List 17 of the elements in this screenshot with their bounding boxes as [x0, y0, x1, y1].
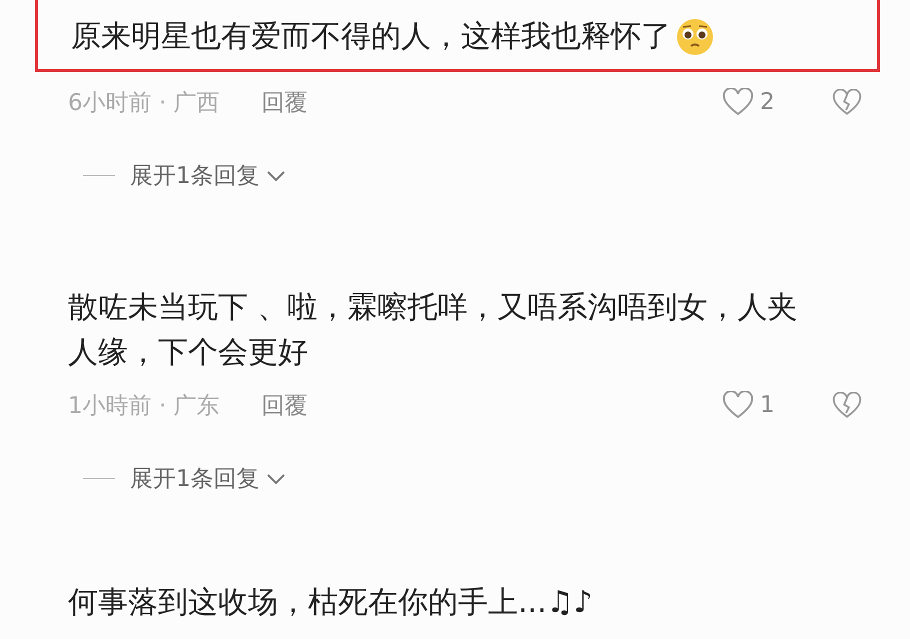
comment-text: 原来明星也有爱而不得的人，这样我也释怀了: [71, 18, 671, 56]
heart-icon[interactable]: [722, 391, 754, 419]
reply-link[interactable]: 回覆: [262, 390, 308, 420]
like-count: 1: [760, 392, 776, 418]
reply-link[interactable]: 回覆: [262, 86, 308, 118]
heart-icon[interactable]: [722, 88, 754, 116]
comment-text: 散咗未当玩下 、啦，霖嚓托咩，又唔系沟唔到女，人夹人缘，下个会更好: [68, 290, 798, 370]
expand-replies-link[interactable]: 展开1条回复: [130, 160, 260, 191]
like-count: 2: [760, 89, 776, 115]
comment-text: 何事落到这收场，枯死在你的手上...♫♪: [68, 585, 593, 620]
chevron-down-icon[interactable]: [266, 472, 286, 484]
expand-replies-link[interactable]: 展开1条回复: [130, 463, 260, 494]
broken-heart-icon[interactable]: [832, 88, 862, 116]
time-location: 6小时前 · 广西: [68, 88, 220, 118]
time-location: 1小時前 · 广东: [68, 392, 220, 420]
chevron-down-icon[interactable]: [266, 170, 286, 182]
broken-heart-icon[interactable]: [832, 392, 862, 418]
